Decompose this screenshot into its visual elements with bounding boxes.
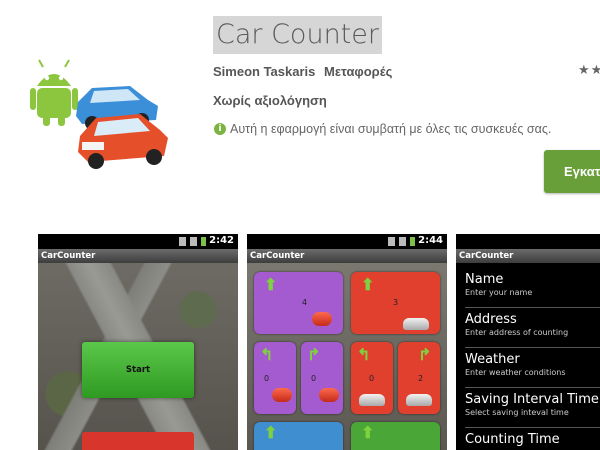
stop-button: [82, 432, 194, 450]
start-button: Start: [82, 342, 194, 398]
status-clock: 2:44: [418, 235, 443, 246]
turn-right-arrow-icon: ↱: [307, 347, 321, 364]
tile-count: 0: [264, 374, 270, 383]
android-icon: [30, 59, 78, 126]
category-link[interactable]: Μεταφορές: [324, 64, 392, 79]
rating-stars: ★★: [578, 62, 600, 77]
up-arrow-icon: ⬆: [361, 277, 375, 294]
tile-count: 0: [369, 374, 375, 383]
settings-item-saving-interval: Saving Interval Time Select saving intev…: [465, 392, 600, 428]
motorcycle-icon: [272, 388, 292, 402]
battery-icon: [410, 237, 415, 246]
car-icon: [406, 394, 432, 406]
rating-status: Χωρίς αξιολόγηση: [213, 93, 327, 108]
car-icon: [403, 318, 429, 330]
counter-tile: ↱ 2: [398, 342, 440, 414]
settings-item-counting-time: Counting Time: [465, 432, 600, 450]
app-bar: CarCounter: [247, 249, 447, 263]
counter-tile: ↰ 0: [254, 342, 296, 414]
app-title: Car Counter: [213, 16, 382, 54]
developer-link[interactable]: Simeon Taskaris: [213, 64, 315, 79]
signal-icon: [190, 237, 197, 246]
up-arrow-icon: ⬆: [264, 425, 278, 442]
status-clock: 2:42: [209, 235, 234, 246]
signal-icon: [399, 237, 406, 246]
app-bar: CarCounter: [456, 249, 600, 263]
settings-item-title: Saving Interval Time: [465, 392, 599, 407]
up-arrow-icon: ⬆: [361, 425, 375, 442]
status-bar: [456, 234, 600, 249]
tile-count: 2: [418, 374, 424, 383]
counter-tile: ⬆: [351, 422, 440, 450]
settings-item-subtitle: Enter weather conditions: [465, 368, 566, 377]
turn-left-arrow-icon: ↰: [357, 347, 371, 364]
screenshot-1[interactable]: 2:42 CarCounter Start: [38, 234, 238, 450]
counter-tile: ⬆: [254, 422, 343, 450]
motorcycle-icon: [319, 388, 339, 402]
settings-item-title: Weather: [465, 352, 520, 367]
compatibility-notice: i Αυτή η εφαρμογή είναι συμβατή με όλες …: [214, 122, 551, 136]
up-arrow-icon: ⬆: [264, 277, 278, 294]
usb-icon: [179, 237, 186, 246]
counter-tile: ⬆ 4: [254, 272, 343, 334]
usb-icon: [388, 237, 395, 246]
settings-item-title: Name: [465, 272, 504, 287]
settings-item-weather: Weather Enter weather conditions: [465, 352, 600, 388]
screenshot-2[interactable]: 2:44 CarCounter ⬆ 4 ⬆ 3 ↰ 0 ↱ 0 ↰ 0 ↱ 2 …: [247, 234, 447, 450]
car-icon: [359, 394, 385, 406]
turn-left-arrow-icon: ↰: [260, 347, 274, 364]
tile-count: 4: [302, 298, 308, 307]
status-icons: [388, 237, 415, 246]
counter-tile: ↱ 0: [301, 342, 343, 414]
screenshot-3[interactable]: CarCounter Name Enter your name Address …: [456, 234, 600, 450]
install-button[interactable]: Εγκατάσταση: [544, 150, 600, 193]
settings-item-subtitle: Enter your name: [465, 288, 533, 297]
compatibility-text: Αυτή η εφαρμογή είναι συμβατή με όλες τι…: [230, 122, 552, 136]
tile-count: 3: [393, 298, 399, 307]
settings-item-name: Name Enter your name: [465, 272, 600, 308]
counter-tile: ⬆ 3: [351, 272, 440, 334]
info-icon: i: [214, 123, 226, 135]
settings-item-title: Counting Time: [465, 432, 560, 447]
settings-item-subtitle: Enter address of counting: [465, 328, 569, 337]
app-icon: [30, 58, 170, 173]
battery-icon: [201, 237, 206, 246]
status-bar: 2:42: [38, 234, 238, 249]
settings-item-address: Address Enter address of counting: [465, 312, 600, 348]
settings-item-subtitle: Select saving inteval time: [465, 408, 569, 417]
app-bar: CarCounter: [38, 249, 238, 263]
settings-item-title: Address: [465, 312, 517, 327]
tile-count: 0: [311, 374, 317, 383]
turn-right-arrow-icon: ↱: [418, 347, 432, 364]
status-icons: [179, 237, 206, 246]
settings-list: Name Enter your name Address Enter addre…: [456, 263, 600, 450]
counter-tile: ↰ 0: [351, 342, 393, 414]
status-bar: 2:44: [247, 234, 447, 249]
motorcycle-icon: [312, 312, 332, 326]
